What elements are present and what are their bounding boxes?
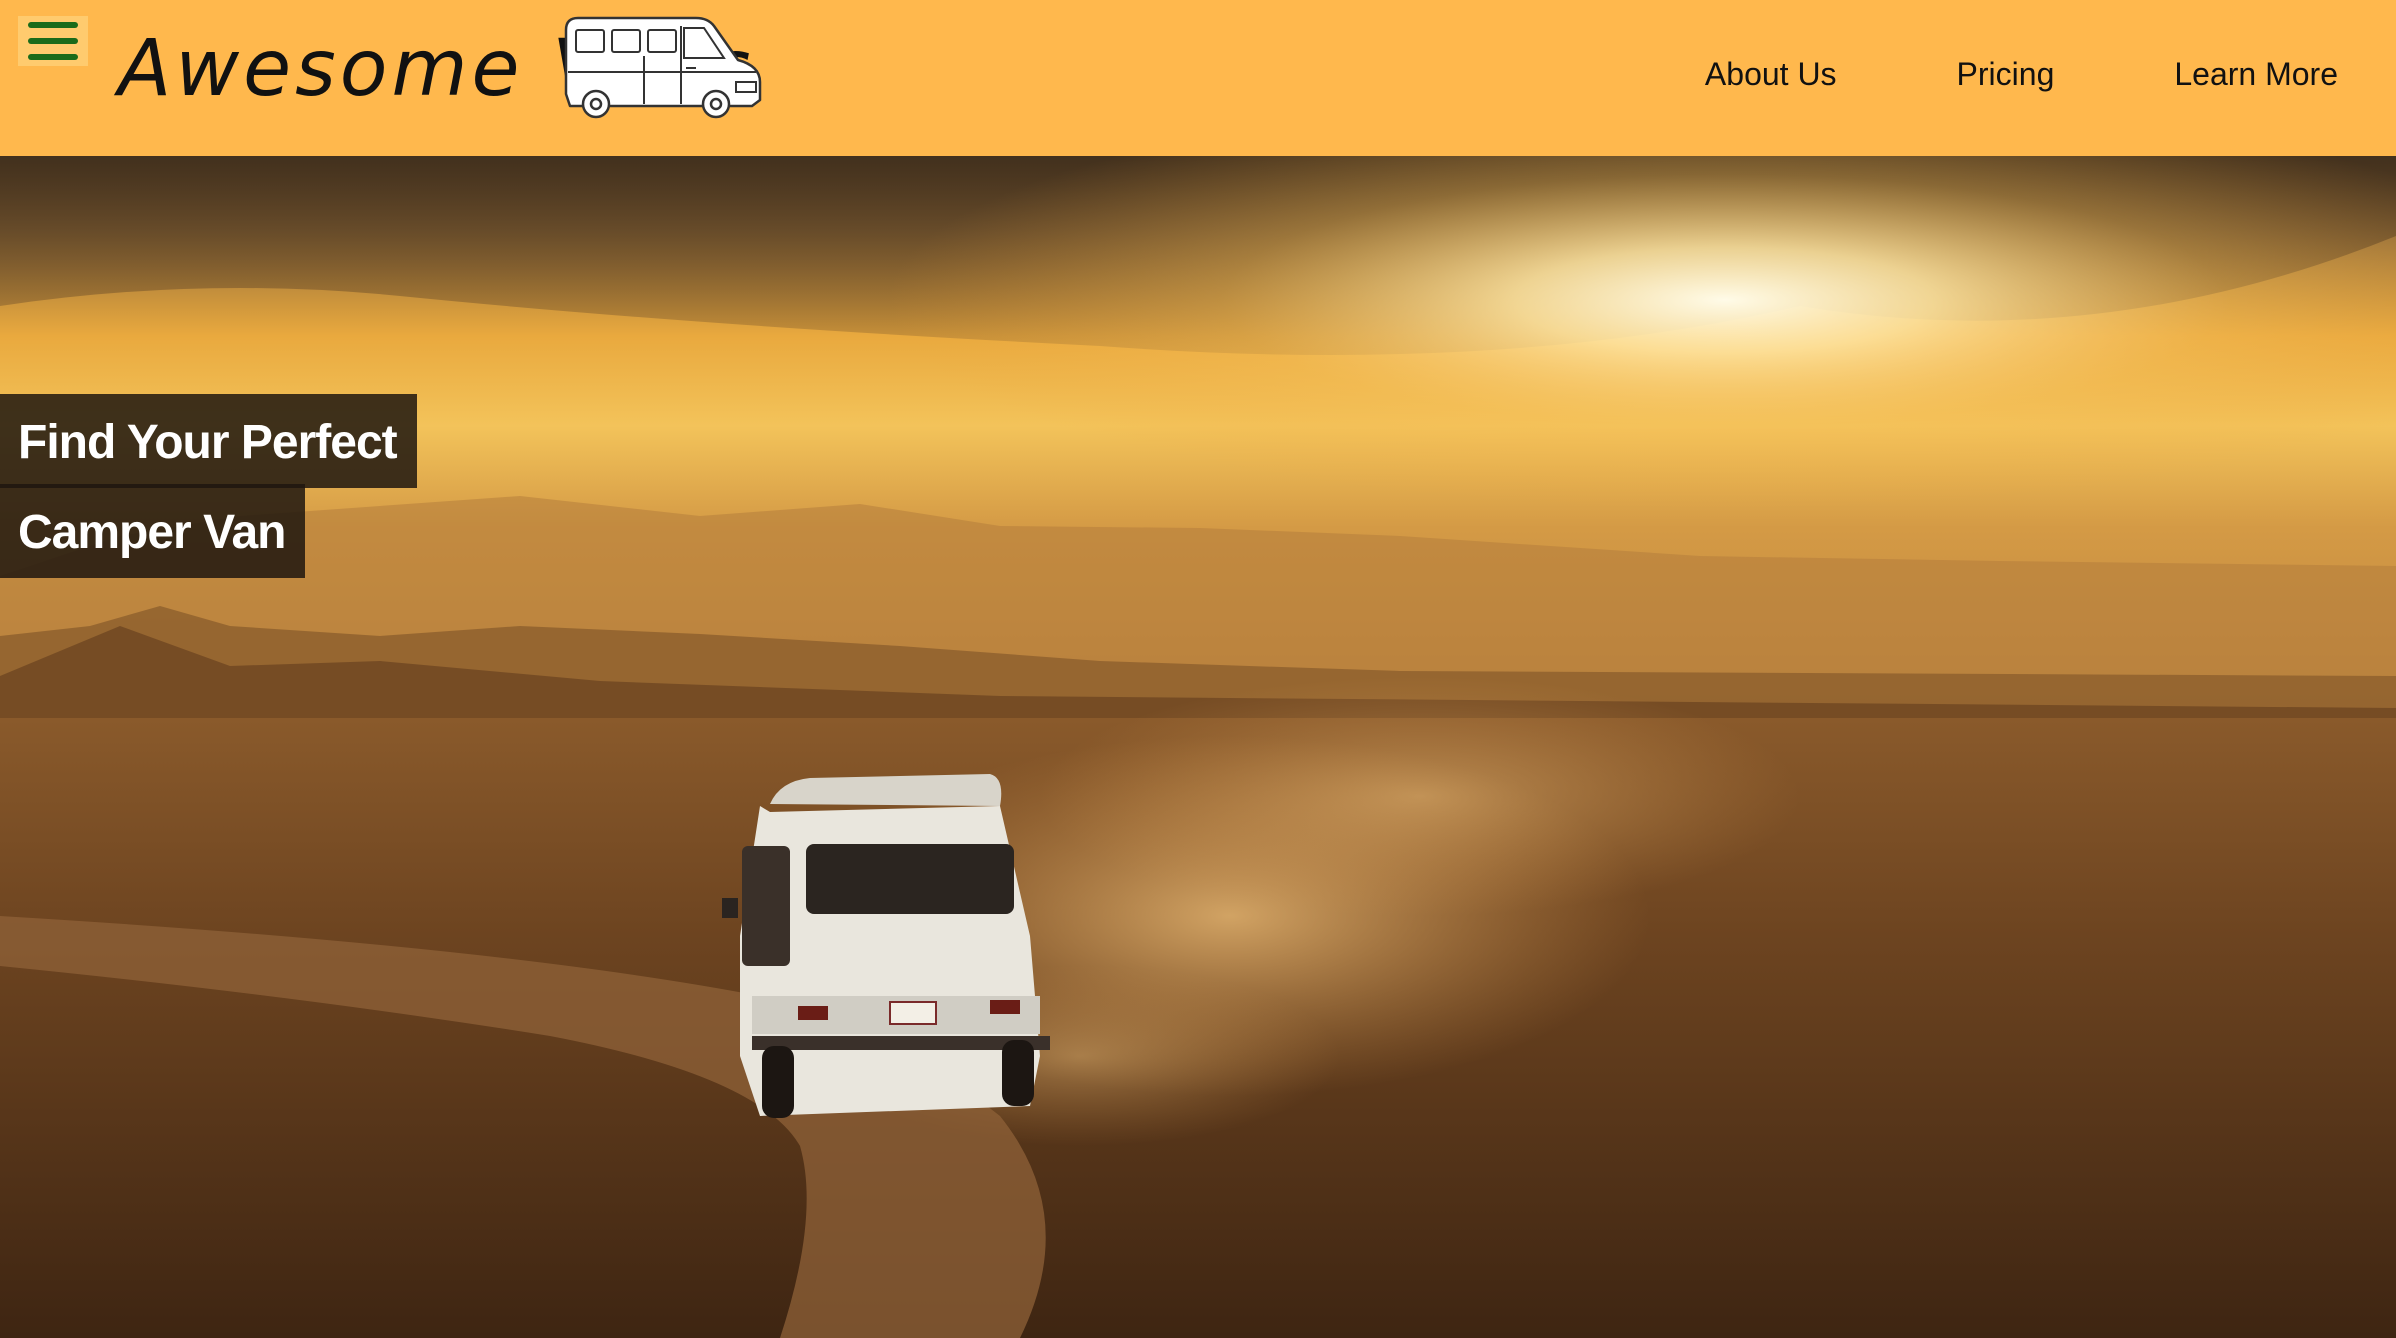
nav-link-learn-more[interactable]: Learn More xyxy=(2174,56,2338,93)
nav-link-pricing[interactable]: Pricing xyxy=(1957,56,2055,93)
camper-van-icon xyxy=(564,16,762,119)
hero-section: Find Your Perfect Camper Van xyxy=(0,156,2396,1338)
hero-headline-line-1: Find Your Perfect xyxy=(0,394,417,488)
menu-button[interactable] xyxy=(18,16,88,66)
hamburger-menu-icon xyxy=(28,22,78,60)
site-header: Awesome Vans About Us Pricing Learn More xyxy=(0,0,2396,156)
hero-background-image xyxy=(0,156,2396,1338)
nav-link-about-us[interactable]: About Us xyxy=(1705,56,1837,93)
main-nav: About Us Pricing Learn More xyxy=(1705,56,2338,93)
hero-headline-line-2: Camper Van xyxy=(0,484,306,578)
